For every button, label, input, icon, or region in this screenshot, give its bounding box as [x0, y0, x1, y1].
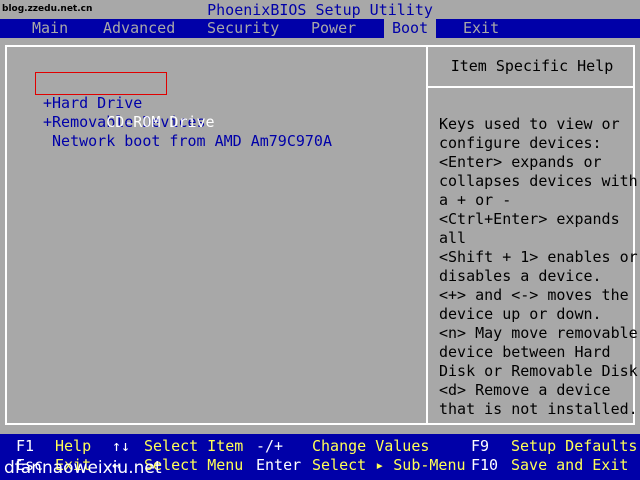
key-f1-desc: Help [55, 437, 92, 455]
key-f10: F10 [471, 456, 499, 474]
key-f9-desc: Setup Defaults [511, 437, 638, 455]
key-f10-desc: Save and Exit [511, 456, 629, 474]
boot-item-cdrom[interactable]: CD-ROM Drive [35, 72, 332, 131]
key-f1: F1 [16, 437, 35, 455]
boot-item-label: CD-ROM Drive [97, 113, 215, 131]
help-line: Keys used to view or [439, 115, 620, 133]
watermark-bottom: dfannaoweixiu.net [4, 458, 162, 478]
tab-boot[interactable]: Boot [384, 19, 437, 38]
key-enter-desc: Select ▸ Sub-Menu [312, 456, 466, 474]
key-minus-plus-desc: Change Values [312, 437, 430, 455]
arrow-updown-icon: ↑↓ [112, 437, 131, 455]
help-text: Keys used to view or configure devices: … [439, 115, 638, 419]
boot-item-network[interactable]: Network boot from AMD Am79C970A [43, 132, 332, 151]
key-minus-plus: -/+ [256, 437, 284, 455]
tab-security[interactable]: Security [199, 19, 287, 38]
boot-device-list: CD-ROM Drive +Hard Drive +Removable Devi… [35, 72, 332, 151]
key-updown-desc: Select Item [144, 437, 244, 455]
tab-exit[interactable]: Exit [455, 19, 507, 38]
help-line: <n> May move removable [439, 324, 638, 342]
menu-bar: Main Advanced Security Power Boot Exit [0, 19, 640, 38]
help-divider [428, 86, 635, 88]
help-line: <Shift + 1> enables or [439, 248, 638, 266]
help-line: disables a device. [439, 267, 602, 285]
key-enter: Enter [256, 456, 302, 474]
title-bar: blog.zzedu.net.cn PhoenixBIOS Setup Util… [0, 0, 640, 19]
help-title: Item Specific Help [450, 57, 614, 75]
tab-advanced[interactable]: Advanced [95, 19, 183, 38]
help-line: Disk or Removable Disk [439, 362, 638, 380]
key-f9: F9 [471, 437, 490, 455]
selection-highlight [35, 72, 167, 95]
help-line: configure devices: [439, 134, 602, 152]
help-line: device between Hard [439, 343, 611, 361]
help-line: collapses devices with [439, 172, 638, 190]
main-panel: CD-ROM Drive +Hard Drive +Removable Devi… [5, 45, 638, 425]
help-line: a + or - [439, 191, 512, 209]
tab-main[interactable]: Main [24, 19, 76, 38]
help-line: <Enter> expands or [439, 153, 602, 171]
app-title: PhoenixBIOS Setup Utility [207, 1, 433, 19]
panel-divider [426, 45, 428, 425]
tab-power[interactable]: Power [303, 19, 364, 38]
help-line: <Ctrl+Enter> expands [439, 210, 620, 228]
help-line: <d> Remove a device [439, 381, 611, 399]
help-line: device up or down. [439, 305, 602, 323]
help-line: <+> and <-> moves the [439, 286, 629, 304]
help-line: that is not installed. [439, 400, 638, 418]
help-line: all [439, 229, 467, 247]
